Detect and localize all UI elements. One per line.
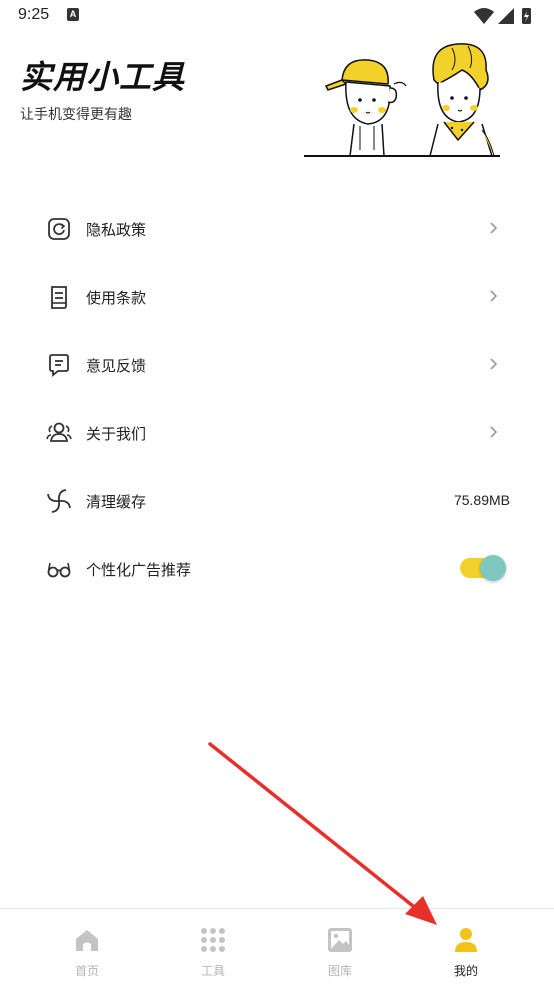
- chevron-right-icon: [490, 222, 498, 234]
- tab-label: 首页: [74, 964, 99, 978]
- tab-home[interactable]: 首页: [24, 909, 150, 984]
- menu-item-terms-of-use[interactable]: 使用条款: [0, 262, 554, 330]
- menu-item-label: 清理缓存: [86, 493, 147, 511]
- cartoon-illustration: [304, 43, 500, 157]
- status-icons: [474, 8, 531, 24]
- status-time: 9:25: [18, 6, 50, 23]
- grid-icon: [201, 928, 225, 952]
- tab-tools[interactable]: 工具: [150, 909, 276, 984]
- home-icon: [76, 930, 98, 951]
- profile-icon: [455, 928, 477, 952]
- menu-item-personalized-ads: 个性化广告推荐: [0, 534, 554, 602]
- bottom-tab-bar: 首页 工具 图库 我的: [0, 908, 554, 984]
- gallery-icon: [328, 928, 352, 952]
- page-title: 实用小工具: [20, 58, 186, 96]
- menu-item-label: 隐私政策: [86, 221, 147, 239]
- chevron-right-icon: [490, 358, 498, 370]
- tab-profile[interactable]: 我的: [403, 909, 529, 984]
- menu-item-label: 意见反馈: [86, 357, 147, 375]
- menu-item-clear-cache[interactable]: 清理缓存 75.89MB: [0, 466, 554, 534]
- chevron-right-icon: [490, 290, 498, 302]
- cache-size-value: 75.89MB: [453, 492, 510, 508]
- menu-item-feedback[interactable]: 意见反馈: [0, 330, 554, 398]
- menu-item-label: 关于我们: [86, 425, 147, 443]
- toggle-knob: [480, 555, 506, 581]
- tab-gallery[interactable]: 图库: [277, 909, 403, 984]
- personalized-ads-toggle[interactable]: [458, 555, 506, 581]
- notification-icon: A: [67, 8, 79, 21]
- menu-item-label: 使用条款: [86, 289, 147, 307]
- header: 实用小工具 让手机变得更有趣: [0, 40, 554, 170]
- menu-item-label: 个性化广告推荐: [86, 561, 192, 579]
- signal-icon: [498, 8, 514, 24]
- clear-cache-icon: [47, 489, 71, 513]
- tab-label: 工具: [200, 964, 225, 978]
- status-bar: 9:25 A: [0, 0, 554, 32]
- feedback-icon: [49, 354, 69, 377]
- tab-label: 图库: [327, 964, 352, 978]
- menu-item-privacy-policy[interactable]: 隐私政策: [0, 194, 554, 262]
- privacy-icon: [48, 218, 70, 240]
- settings-menu: 隐私政策 使用条款 意见反馈 关于我们 清理缓存 75.89MB 个性化广告推荐: [0, 194, 554, 602]
- wifi-icon: [474, 8, 494, 24]
- menu-item-about-us[interactable]: 关于我们: [0, 398, 554, 466]
- chevron-right-icon: [490, 426, 498, 438]
- page-subtitle: 让手机变得更有趣: [20, 107, 132, 123]
- terms-icon: [51, 286, 67, 309]
- about-icon: [46, 422, 72, 442]
- tab-label: 我的: [453, 964, 478, 978]
- glasses-icon: [47, 562, 71, 578]
